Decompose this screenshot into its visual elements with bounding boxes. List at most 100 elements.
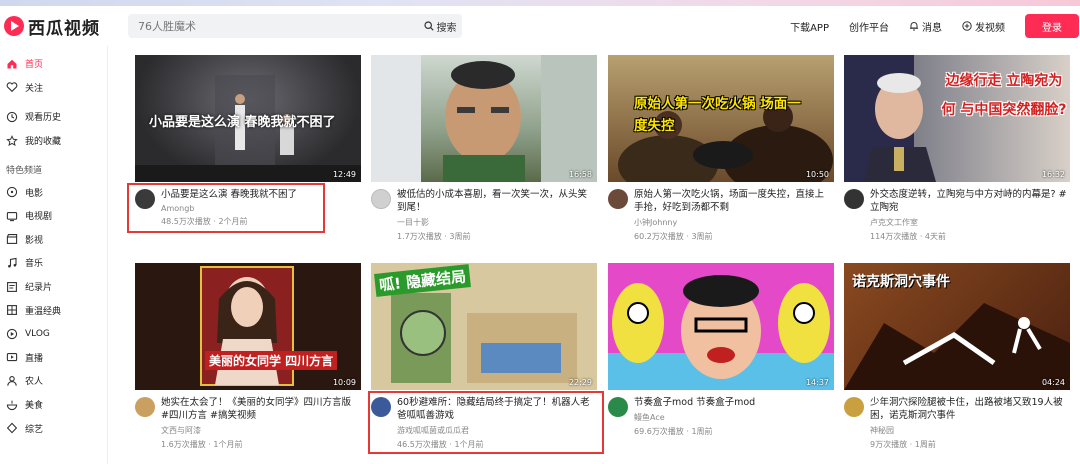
avatar[interactable] [135,397,155,417]
creator-platform-link[interactable]: 创作平台 [849,19,889,34]
video-duration: 10:09 [332,378,356,387]
video-author[interactable]: 小钟Johnny [634,217,832,228]
video-thumbnail[interactable]: 16:58 [371,55,597,182]
thumbnail-overlay-text: 小品要是这么演 春晚我就不困了 [149,115,336,130]
video-title[interactable]: 原始人第一次吃火锅，场面一度失控，直接上手抢，好吃到汤都不剩 [634,188,832,214]
publish-label: 发视频 [975,22,1005,34]
video-card[interactable]: 美丽的女同学 四川方言 10:09 她实在太会了！《美丽的女同学》四川方言版 #… [135,263,361,450]
publish-date: 3周前 [691,232,713,241]
search-bar: 搜索 [128,14,462,38]
video-stats: 114万次播放 · 4天前 [870,232,947,241]
sidebar-section-title: 特色频道 [6,165,43,176]
video-card[interactable]: 16:58 被低估的小成本喜剧，看一次笑一次，从头笑到尾！ 一目十影 1.7万次… [371,55,597,242]
sidebar-item-label: 综艺 [25,424,44,435]
sidebar-item-label: 音乐 [25,259,44,270]
sidebar-item-label: 纪录片 [25,283,53,294]
person-icon [7,375,17,386]
video-card[interactable]: 原始人第一次吃火锅 场面一度失控 10:50 原始人第一次吃火锅，场面一度失控，… [608,55,834,242]
header: 西瓜视频 搜索 下载APP 创作平台 消息 发视频 登录 [0,6,1080,46]
logo-text: 西瓜视频 [28,18,100,39]
video-author[interactable]: 一目十影 [397,217,595,228]
video-thumbnail[interactable]: 小品要是这么演 春晚我就不困了 12:49 [135,55,361,182]
sidebar-item-home[interactable]: 首页 [0,52,107,76]
search-input[interactable] [128,14,418,38]
sidebar-item-classics[interactable]: 重温经典 [0,298,107,322]
search-button[interactable]: 搜索 [418,14,462,38]
sidebar-item-music[interactable]: 音乐 [0,251,107,275]
avatar[interactable] [371,189,391,209]
sidebar-item-favorites[interactable]: 我的收藏 [0,129,107,153]
avatar[interactable] [608,397,628,417]
video-title[interactable]: 她实在太会了！《美丽的女同学》四川方言版 #四川方言 #搞笑视频 [161,396,359,422]
video-title[interactable]: 外交态度逆转，立陶宛与中方对峙的内幕是? #立陶宛 [870,188,1068,214]
clapper-icon [6,234,18,245]
video-duration: 14:37 [805,378,829,387]
camera-icon [6,328,18,339]
publish-date: 1周前 [914,440,936,449]
video-author[interactable]: 神秘园 [870,425,1068,436]
video-title[interactable]: 少年洞穴探险腿被卡住，出路被堵又致19人被困，诺克斯洞穴事件 [870,396,1068,422]
document-icon [7,281,17,292]
view-count: 114万次播放 [870,232,918,241]
sidebar-item-movies[interactable]: 电影 [0,180,107,204]
tv-icon [6,211,18,221]
video-title[interactable]: 节奏盒子mod 节奏盒子mod [634,396,832,409]
video-thumbnail[interactable]: 美丽的女同学 四川方言 10:09 [135,263,361,390]
video-thumbnail[interactable]: 原始人第一次吃火锅 场面一度失控 10:50 [608,55,834,182]
film-icon [6,187,18,198]
sidebar-item-label: 关注 [25,83,44,94]
star-icon [6,134,18,146]
video-duration: 16:58 [568,170,592,179]
sidebar-item-label: 影视 [25,235,44,246]
search-button-label: 搜索 [436,22,457,34]
sidebar-item-label: 直播 [25,353,44,364]
sidebar-item-food[interactable]: 美食 [0,393,107,417]
messages-label: 消息 [922,22,942,34]
logo[interactable]: 西瓜视频 [4,12,100,40]
plus-circle-icon [962,21,972,31]
avatar[interactable] [608,189,628,209]
variety-icon [6,422,18,434]
sidebar-item-live[interactable]: 直播 [0,346,107,370]
video-thumbnail[interactable]: 边缘行走 立陶宛为何 与中国突然翻脸? 16:32 [844,55,1070,182]
video-author[interactable]: 鳗鱼Ace [634,412,832,423]
cartoon-face-scene [608,263,834,390]
video-stats: 69.6万次播放 · 1周前 [634,427,713,436]
thumbnail-overlay-text: 美丽的女同学 四川方言 [205,351,338,370]
sidebar-item-label: 观看历史 [25,113,62,124]
video-author[interactable]: 卢克文工作室 [870,217,1068,228]
video-stats: 1.7万次播放 · 3周前 [397,232,471,241]
video-card[interactable]: 诺克斯洞穴事件 04:24 少年洞穴探险腿被卡住，出路被堵又致19人被困，诺克斯… [844,263,1070,450]
sidebar-item-tv[interactable]: 电视剧 [0,204,107,228]
sidebar: 首页 关注 观看历史 我的收藏 特色频道 电影 电视剧 影视 音乐 纪录片 重温… [0,46,108,464]
clock-icon [6,111,18,123]
bell-icon [910,22,918,31]
sidebar-item-vlog[interactable]: VLOG [0,322,107,346]
thumbnail-overlay-text: 诺克斯洞穴事件 [852,274,950,290]
video-card[interactable]: 边缘行走 立陶宛为何 与中国突然翻脸? 16:32 外交态度逆转，立陶宛与中方对… [844,55,1070,242]
login-button[interactable]: 登录 [1025,14,1079,38]
publish-video-link[interactable]: 发视频 [962,19,1005,34]
sidebar-item-label: 重温经典 [25,306,62,317]
sidebar-item-documentary[interactable]: 纪录片 [0,275,107,299]
download-app-link[interactable]: 下载APP [790,19,829,34]
video-author[interactable]: 文西与阿漆 [161,425,359,436]
sidebar-item-farmers[interactable]: 农人 [0,369,107,393]
view-count: 9万次播放 [870,440,908,449]
sidebar-item-follow[interactable]: 关注 [0,76,107,100]
video-thumbnail[interactable]: 诺克斯洞穴事件 04:24 [844,263,1070,390]
video-title[interactable]: 被低估的小成本喜剧，看一次笑一次，从头笑到尾！ [397,188,595,214]
sidebar-item-variety[interactable]: 综艺 [0,416,107,440]
sidebar-item-history[interactable]: 观看历史 [0,105,107,129]
sidebar-item-film-tv[interactable]: 影视 [0,228,107,252]
sidebar-item-label: 农人 [25,377,44,388]
publish-date: 1个月前 [213,440,243,449]
video-thumbnail[interactable]: 14:37 [608,263,834,390]
avatar[interactable] [844,397,864,417]
avatar[interactable] [844,189,864,209]
sidebar-item-label: 电视剧 [25,212,53,223]
video-card[interactable]: 14:37 节奏盒子mod 节奏盒子mod 鳗鱼Ace 69.6万次播放 · 1… [608,263,834,437]
video-thumbnail[interactable]: 呱! 隐藏结局 22:29 [371,263,597,390]
messages-link[interactable]: 消息 [909,19,942,34]
live-icon [6,353,18,362]
